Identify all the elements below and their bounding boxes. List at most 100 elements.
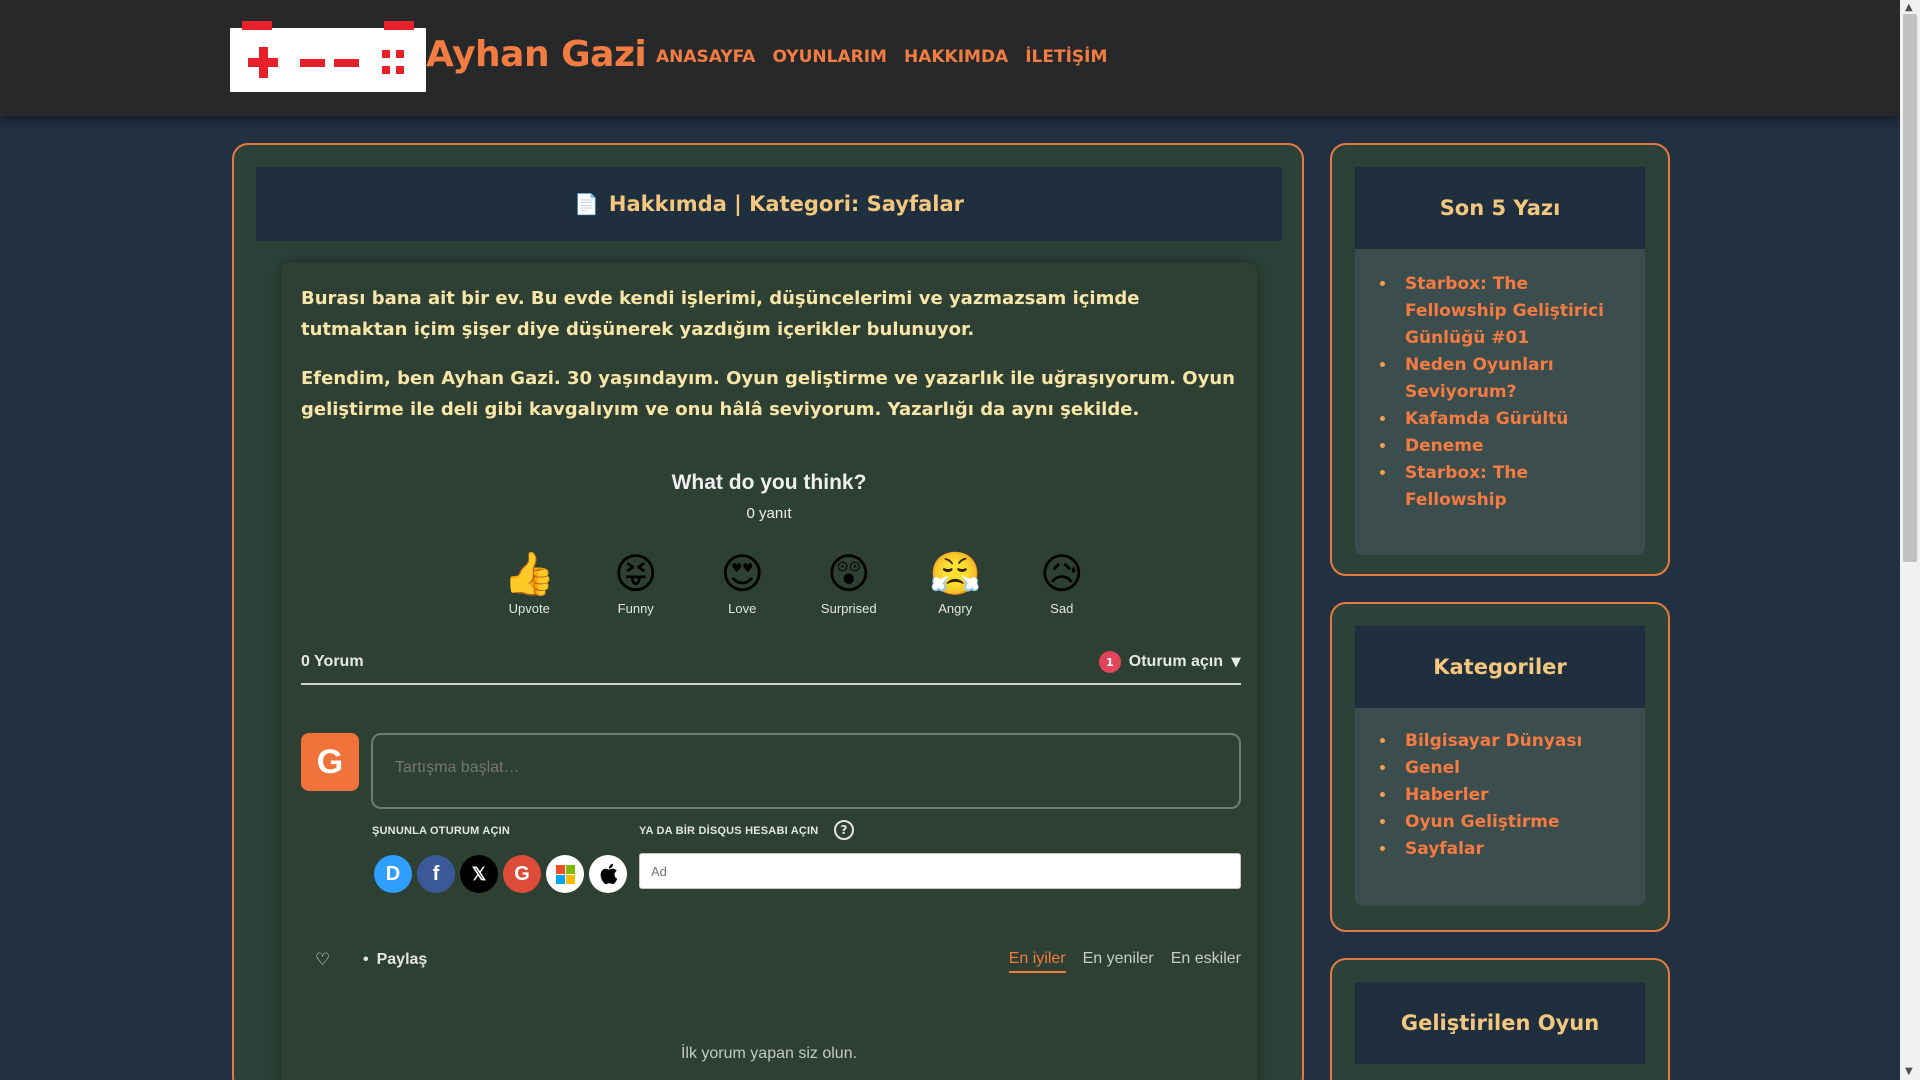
categories-panel: Kategoriler Bilgisayar Dünyası Genel Hab…: [1330, 602, 1670, 932]
list-item[interactable]: Starbox: The Fellowship Geliştirici Günl…: [1397, 271, 1625, 352]
comments-bar: 0 Yorum 1 Oturum açın ▼: [301, 651, 1241, 685]
reaction-sad[interactable]: 😥 Sad: [1009, 549, 1116, 616]
recent-posts-list: Starbox: The Fellowship Geliştirici Günl…: [1397, 271, 1625, 514]
logo-dash: [334, 59, 359, 67]
category-link[interactable]: Sayfalar: [1405, 839, 1484, 859]
reaction-label: Funny: [617, 601, 654, 616]
login-label[interactable]: Oturum açın: [1129, 653, 1223, 671]
nav-home[interactable]: ANASAYFA: [656, 47, 755, 67]
reactions-question: What do you think?: [671, 471, 867, 494]
logo-dot: [382, 50, 390, 58]
nav-games[interactable]: OYUNLARIM: [772, 47, 887, 67]
logo-tab-left: [242, 21, 272, 30]
recent-posts-body: Starbox: The Fellowship Geliştirici Günl…: [1355, 249, 1645, 555]
funny-face-icon: 😝: [613, 549, 658, 598]
category-link[interactable]: Oyun Geliştirme: [1405, 812, 1560, 832]
surprised-face-icon: 😲: [826, 549, 871, 598]
microsoft-icon: [555, 864, 575, 884]
page-header: 📄 Hakkımda | Kategori: Sayfalar: [256, 167, 1282, 241]
recent-posts-panel: Son 5 Yazı Starbox: The Fellowship Geliş…: [1330, 143, 1670, 576]
reaction-funny[interactable]: 😝 Funny: [583, 549, 690, 616]
sort-newest[interactable]: En yeniler: [1083, 950, 1154, 973]
list-item[interactable]: Genel: [1397, 755, 1625, 782]
list-item[interactable]: Sayfalar: [1397, 836, 1625, 863]
logo-dot: [396, 66, 404, 74]
reaction-label: Love: [728, 601, 757, 616]
categories-title: Kategoriler: [1355, 626, 1645, 708]
recent-post-link[interactable]: Kafamda Gürültü: [1405, 409, 1568, 429]
category-link[interactable]: Bilgisayar Dünyası: [1405, 731, 1582, 751]
about-paragraph: Efendim, ben Ayhan Gazi. 30 yaşındayım. …: [301, 368, 1235, 420]
main-panel: 📄 Hakkımda | Kategori: Sayfalar Burası b…: [232, 143, 1304, 1080]
category-link[interactable]: Haberler: [1405, 785, 1489, 805]
reaction-love[interactable]: 😍 Love: [689, 549, 796, 616]
avatar: G: [301, 733, 359, 791]
thumbs-up-icon: 👍: [503, 549, 556, 598]
list-item[interactable]: Oyun Geliştirme: [1397, 809, 1625, 836]
scrollbar-thumb[interactable]: [1903, 14, 1917, 562]
list-item[interactable]: Neden Oyunları Seviyorum?: [1397, 352, 1625, 406]
reaction-surprised[interactable]: 😲 Surprised: [796, 549, 903, 616]
heart-eyes-icon: 😍: [720, 549, 765, 598]
x-login-button[interactable]: 𝕏: [460, 855, 498, 893]
empty-comments-message: İlk yorum yapan siz olun.: [680, 1045, 858, 1062]
sort-oldest[interactable]: En eskiler: [1171, 950, 1241, 973]
facebook-login-button[interactable]: f: [417, 855, 455, 893]
apple-login-button[interactable]: [589, 855, 627, 893]
comment-count: 0 Yorum: [301, 653, 364, 670]
notification-badge[interactable]: 1: [1098, 651, 1121, 673]
bullet-icon: •: [363, 951, 369, 968]
recent-post-link[interactable]: Deneme: [1405, 436, 1484, 456]
reaction-upvote[interactable]: 👍 Upvote: [476, 549, 583, 616]
nav-about[interactable]: HAKKIMDA: [904, 47, 1008, 67]
game-panel: Geliştirilen Oyun: [1330, 958, 1670, 1080]
recent-post-link[interactable]: Starbox: The Fellowship: [1405, 463, 1528, 510]
recent-post-link[interactable]: Starbox: The Fellowship Geliştirici Günl…: [1405, 274, 1604, 348]
logo-dash: [300, 59, 325, 67]
sort-tabs: En iyiler En yeniler En eskiler: [1008, 950, 1241, 973]
main-nav: ANASAYFA OYUNLARIM HAKKIMDA İLETİŞİM: [656, 47, 1107, 67]
chevron-down-icon[interactable]: ▼: [1231, 655, 1241, 670]
scroll-up-arrow-icon[interactable]: ▲: [1905, 2, 1913, 13]
reactions-row: 👍 Upvote 😝 Funny 😍 Love 😲 Surprised 😤 An…: [476, 549, 1115, 616]
list-item[interactable]: Starbox: The Fellowship: [1397, 460, 1625, 514]
name-field[interactable]: [639, 853, 1241, 889]
comment-input[interactable]: [371, 733, 1241, 809]
share-button[interactable]: • Paylaş: [363, 951, 427, 969]
sad-face-icon: 😥: [1039, 549, 1084, 598]
recent-post-link[interactable]: Neden Oyunları Seviyorum?: [1405, 355, 1554, 402]
list-item[interactable]: Haberler: [1397, 782, 1625, 809]
site-logo[interactable]: [230, 21, 426, 92]
help-icon[interactable]: ?: [834, 820, 854, 840]
game-title: Geliştirilen Oyun: [1355, 982, 1645, 1064]
heart-icon[interactable]: ♡: [315, 950, 330, 970]
login-menu[interactable]: 1 Oturum açın ▼: [1098, 651, 1241, 673]
nav-contact[interactable]: İLETİŞİM: [1025, 47, 1107, 67]
list-item[interactable]: Bilgisayar Dünyası: [1397, 728, 1625, 755]
login-with-label: ŞUNUNLA OTURUM AÇIN: [372, 825, 511, 837]
reaction-label: Surprised: [820, 601, 877, 616]
content-card: Burası bana ait bir ev. Bu evde kendi iş…: [281, 263, 1257, 1080]
share-label: Paylaş: [376, 951, 428, 968]
categories-list: Bilgisayar Dünyası Genel Haberler Oyun G…: [1397, 728, 1625, 863]
site-header: Ayhan Gazi ANASAYFA OYUNLARIM HAKKIMDA İ…: [0, 0, 1900, 116]
disqus-login-button[interactable]: D: [374, 855, 412, 893]
sort-best[interactable]: En iyiler: [1008, 950, 1066, 973]
google-login-button[interactable]: G: [503, 855, 541, 893]
categories-body: Bilgisayar Dünyası Genel Haberler Oyun G…: [1355, 708, 1645, 906]
category-link[interactable]: Genel: [1405, 758, 1460, 778]
logo-dot: [382, 66, 390, 74]
list-item[interactable]: Deneme: [1397, 433, 1625, 460]
list-item[interactable]: Kafamda Gürültü: [1397, 406, 1625, 433]
logo-tab-right: [384, 21, 414, 30]
brand-title[interactable]: Ayhan Gazi: [426, 34, 647, 75]
scroll-down-arrow-icon[interactable]: ▼: [1905, 1066, 1913, 1077]
reaction-label: Sad: [1050, 601, 1074, 616]
reaction-angry[interactable]: 😤 Angry: [902, 549, 1009, 616]
apple-icon: [600, 863, 618, 885]
microsoft-login-button[interactable]: [546, 855, 584, 893]
recent-posts-title: Son 5 Yazı: [1355, 167, 1645, 249]
page-title: Hakkımda | Kategori: Sayfalar: [608, 192, 964, 216]
document-icon: 📄: [574, 192, 599, 216]
intro-paragraph: Burası bana ait bir ev. Bu evde kendi iş…: [301, 288, 1140, 340]
